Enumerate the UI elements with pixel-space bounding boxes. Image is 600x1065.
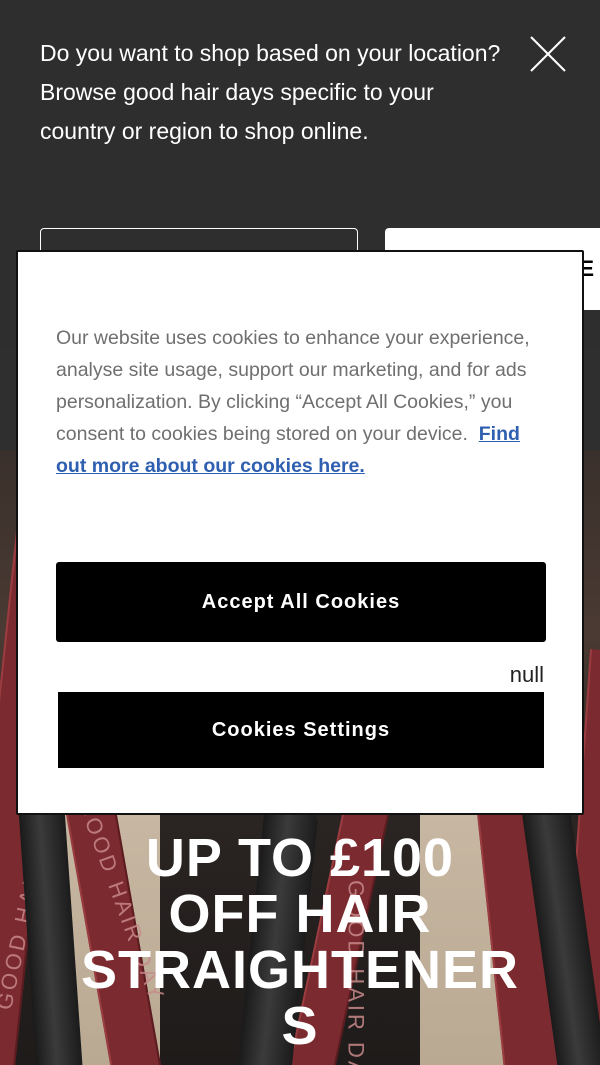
hero-headline-line: OFF HAIR xyxy=(168,884,432,944)
null-label: null xyxy=(509,662,544,687)
location-message: Do you want to shop based on your locati… xyxy=(40,40,501,144)
accept-all-cookies-button[interactable]: Accept All Cookies xyxy=(56,562,546,642)
cookie-policy-text: Our website uses cookies to enhance your… xyxy=(56,322,546,482)
cookies-settings-button[interactable]: Cookies Settings xyxy=(58,692,544,768)
cookie-consent-dialog: Our website uses cookies to enhance your… xyxy=(16,250,584,815)
hero-headline-line: UP TO £100 xyxy=(145,828,455,888)
hero-headline-line: STRAIGHTENER xyxy=(80,940,519,1000)
hero-headline: UP TO £100 OFF HAIR STRAIGHTENER S xyxy=(0,830,600,1054)
close-icon-glyph xyxy=(530,36,566,72)
hero-headline-line: S xyxy=(281,996,319,1056)
cookie-body-text: Our website uses cookies to enhance your… xyxy=(56,327,530,445)
close-icon[interactable] xyxy=(528,34,568,74)
